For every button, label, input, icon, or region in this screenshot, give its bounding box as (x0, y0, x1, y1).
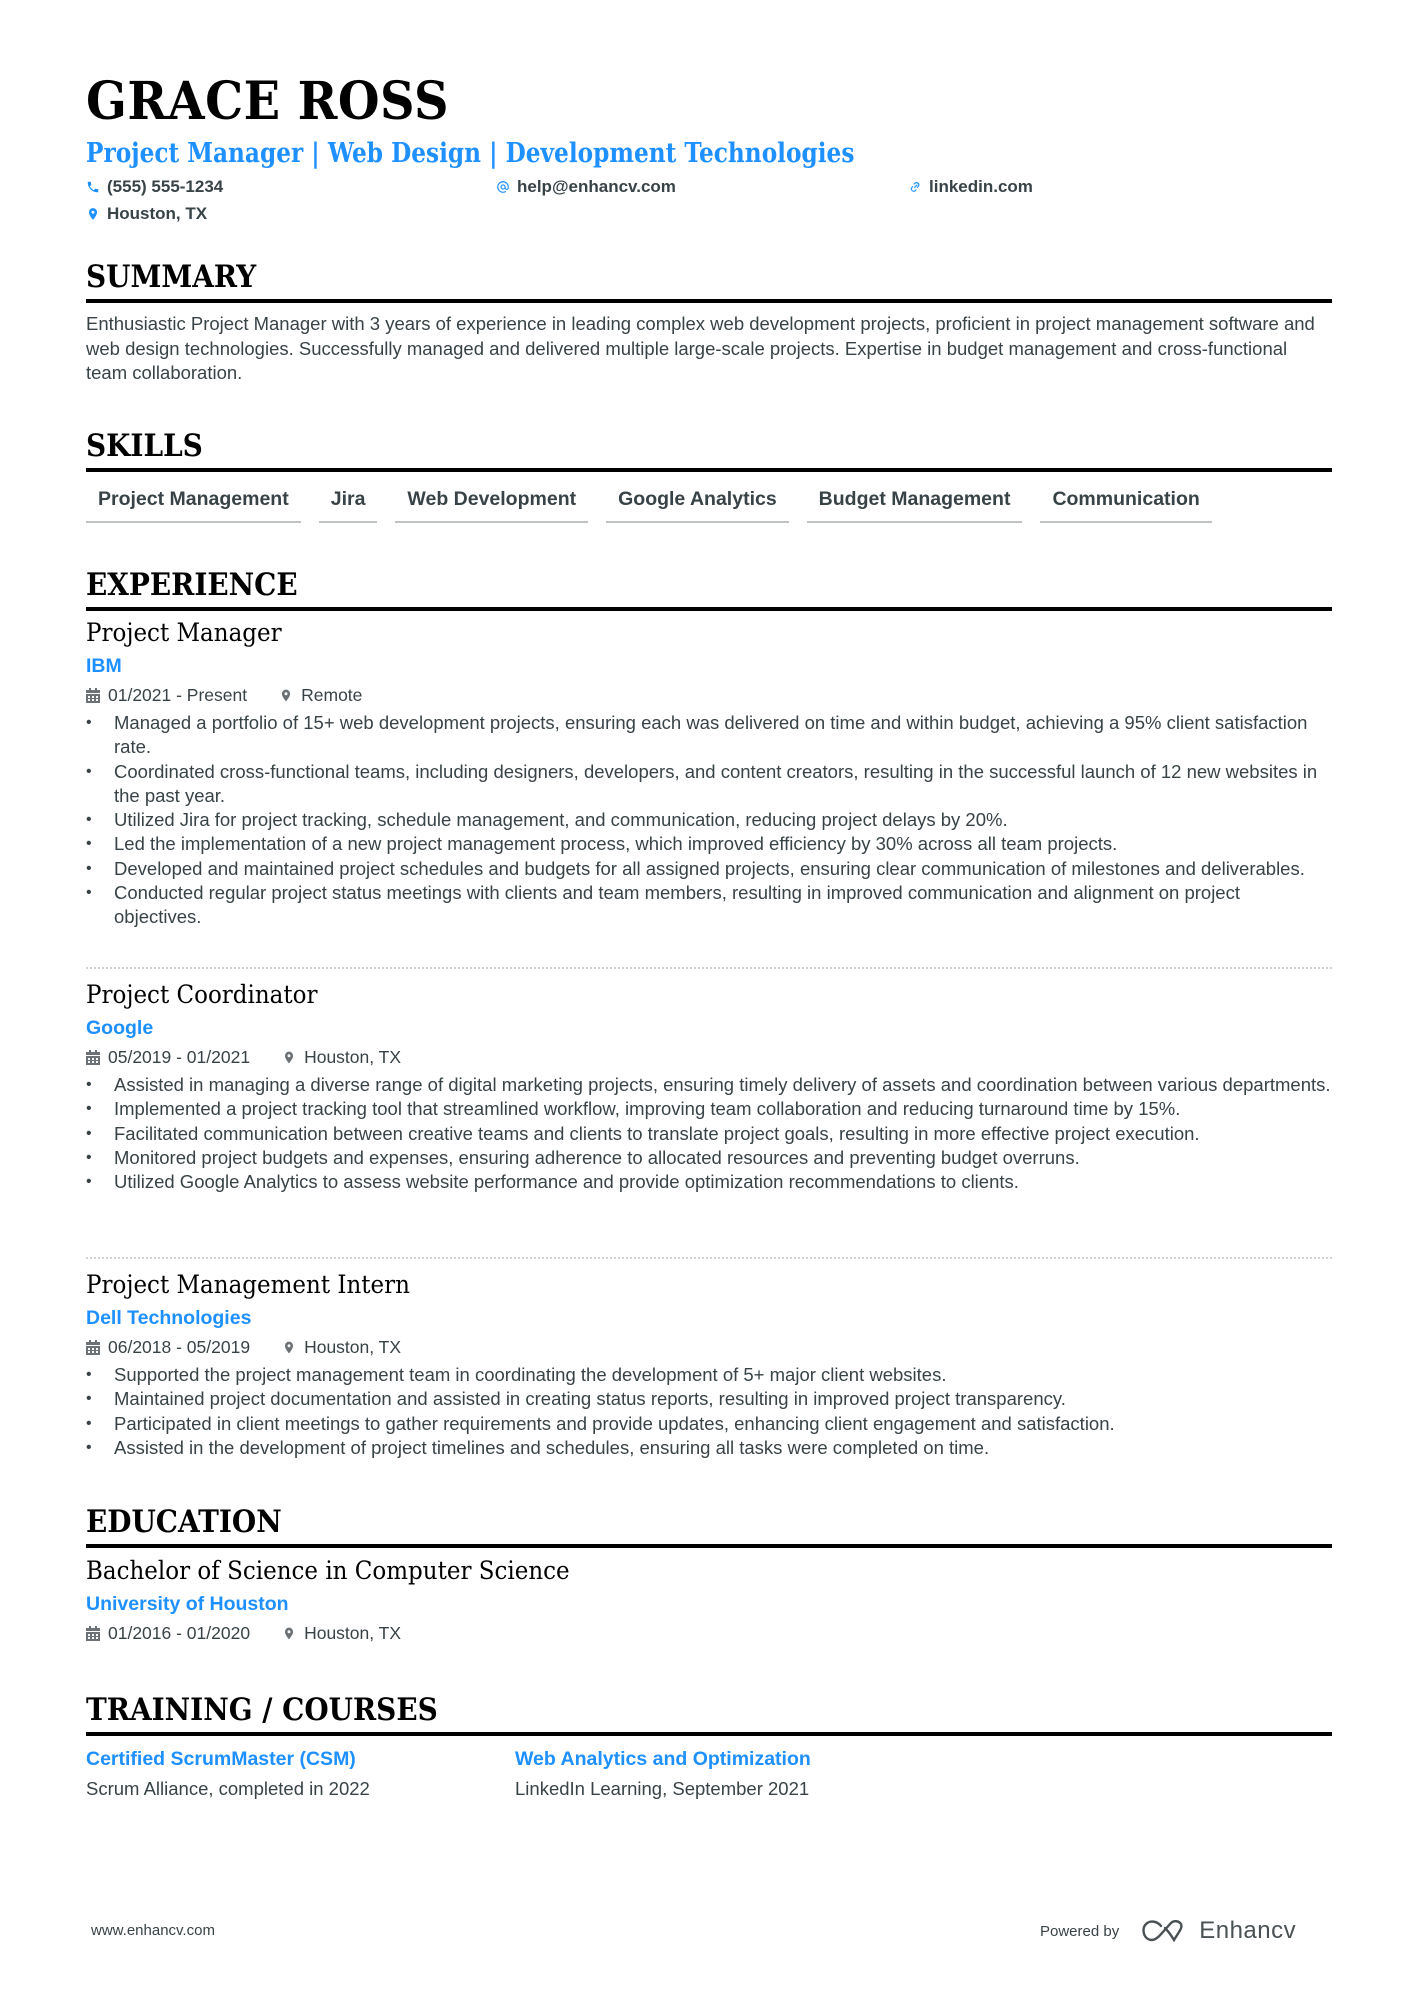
calendar-icon (86, 1625, 100, 1641)
school-name[interactable]: University of Houston (86, 1591, 1332, 1617)
bullet-item: Coordinated cross-functional teams, incl… (86, 760, 1332, 809)
linkedin-link[interactable]: linkedin.com (929, 178, 1033, 195)
job-title: Project Coordinator (86, 980, 318, 1009)
enhancv-logo[interactable]: Enhancv (1141, 1917, 1296, 1945)
education-meta: 01/2016 - 01/2020 Houston, TX (86, 1622, 1332, 1644)
brand-name: Enhancv (1199, 1917, 1297, 1944)
calendar-icon (86, 687, 100, 703)
job-dates: 05/2019 - 01/2021 (108, 1047, 251, 1067)
bullet-item: Supported the project management team in… (86, 1363, 1332, 1388)
course-title[interactable]: Web Analytics and Optimization (515, 1746, 811, 1772)
map-pin-icon (284, 1627, 294, 1639)
bullet-item: Assisted in the development of project t… (86, 1436, 1332, 1461)
job-meta: 05/2019 - 01/2021 Houston, TX (86, 1046, 1332, 1068)
map-pin-icon (282, 689, 291, 701)
job-meta: 01/2021 - Present Remote (86, 684, 1332, 706)
bullet-item: Managed a portfolio of 15+ web developme… (86, 711, 1332, 760)
skill-tag: Jira (318, 488, 378, 523)
job-location: Houston, TX (304, 1047, 402, 1067)
experience-entry: Project Manager IBM 01/2021 - Present Re… (86, 618, 1332, 930)
job-dates: 01/2021 - Present (108, 685, 248, 705)
map-pin-icon (88, 207, 98, 220)
bullet-item: Developed and maintained project schedul… (86, 857, 1332, 882)
contact-email[interactable]: help@enhancv.com (496, 178, 676, 195)
course-entry: Web Analytics and Optimization LinkedIn … (515, 1746, 811, 1802)
email-link[interactable]: help@enhancv.com (517, 178, 676, 195)
education-entry: Bachelor of Science in Computer Science … (86, 1556, 1332, 1644)
experience-entry: Project Management Intern Dell Technolog… (86, 1270, 1332, 1460)
skill-tag: Web Development (395, 488, 589, 523)
job-title: Project Manager (86, 618, 282, 647)
candidate-headline: Project Manager | Web Design | Developme… (86, 138, 855, 169)
job-bullets: Managed a portfolio of 15+ web developme… (86, 711, 1332, 930)
candidate-name: GRACE ROSS (86, 71, 450, 132)
experience-entry: Project Coordinator Google 05/2019 - 01/… (86, 980, 1332, 1195)
degree-title: Bachelor of Science in Computer Science (86, 1556, 570, 1585)
footer-url[interactable]: www.enhancv.com (91, 1922, 215, 1939)
skill-tag: Budget Management (806, 488, 1023, 523)
job-meta: 06/2018 - 05/2019 Houston, TX (86, 1336, 1332, 1358)
bullet-item: Utilized Google Analytics to assess webs… (86, 1170, 1332, 1195)
section-title-training: TRAINING / COURSES (86, 1695, 1332, 1736)
company-name[interactable]: Google (86, 1015, 1332, 1041)
location-text: Houston, TX (107, 204, 208, 223)
bullet-item: Conducted regular project status meeting… (86, 881, 1332, 930)
skills-list: Project Management Jira Web Development … (86, 488, 1230, 523)
contact-linkedin[interactable]: linkedin.com (908, 178, 1033, 195)
bullet-item: Participated in client meetings to gathe… (86, 1412, 1332, 1437)
bullet-item: Monitored project budgets and expenses, … (86, 1146, 1332, 1171)
at-icon (497, 180, 509, 193)
entry-divider (86, 967, 1332, 969)
skill-tag: Communication (1040, 488, 1212, 523)
phone-text: (555) 555-1234 (107, 177, 224, 196)
bullet-item: Maintained project documentation and ass… (86, 1387, 1332, 1412)
link-icon (910, 181, 920, 192)
job-bullets: Assisted in managing a diverse range of … (86, 1073, 1332, 1195)
course-desc: LinkedIn Learning, September 2021 (515, 1778, 810, 1799)
calendar-icon (86, 1049, 100, 1065)
section-title-experience: EXPERIENCE (86, 570, 1332, 611)
course-entry: Certified ScrumMaster (CSM) Scrum Allian… (86, 1746, 370, 1802)
course-title[interactable]: Certified ScrumMaster (CSM) (86, 1746, 370, 1772)
footer-powered-by[interactable]: Powered by Enhancv (1040, 1917, 1296, 1945)
company-name[interactable]: IBM (86, 653, 1332, 679)
job-dates: 06/2018 - 05/2019 (108, 1337, 251, 1357)
job-bullets: Supported the project management team in… (86, 1363, 1332, 1460)
map-pin-icon (284, 1051, 294, 1063)
entry-divider (86, 1257, 1332, 1259)
course-desc: Scrum Alliance, completed in 2022 (86, 1778, 370, 1799)
contact-phone: (555) 555-1234 (86, 178, 223, 195)
skill-tag: Project Management (86, 488, 301, 523)
skill-tag: Google Analytics (606, 488, 789, 523)
job-title: Project Management Intern (86, 1270, 410, 1299)
map-pin-icon (284, 1341, 294, 1353)
bullet-item: Implemented a project tracking tool that… (86, 1097, 1332, 1122)
phone-icon (87, 181, 99, 192)
enhancv-logo-icon (1142, 1920, 1183, 1943)
bullet-item: Facilitated communication between creati… (86, 1122, 1332, 1147)
summary-text: Enthusiastic Project Manager with 3 year… (86, 313, 1315, 383)
contact-location: Houston, TX (86, 205, 207, 222)
bullet-item: Led the implementation of a new project … (86, 832, 1332, 857)
section-title-skills: SKILLS (86, 431, 1332, 472)
section-title-summary: SUMMARY (86, 262, 1332, 303)
job-location: Remote (301, 685, 363, 705)
education-location: Houston, TX (304, 1623, 402, 1643)
section-title-education: EDUCATION (86, 1507, 1332, 1548)
bullet-item: Assisted in managing a diverse range of … (86, 1073, 1332, 1098)
bullet-item: Utilized Jira for project tracking, sche… (86, 808, 1332, 833)
calendar-icon (86, 1339, 100, 1355)
education-dates: 01/2016 - 01/2020 (108, 1623, 251, 1643)
powered-by-label: Powered by (1040, 1922, 1120, 1940)
company-name[interactable]: Dell Technologies (86, 1305, 1332, 1331)
job-location: Houston, TX (304, 1337, 402, 1357)
